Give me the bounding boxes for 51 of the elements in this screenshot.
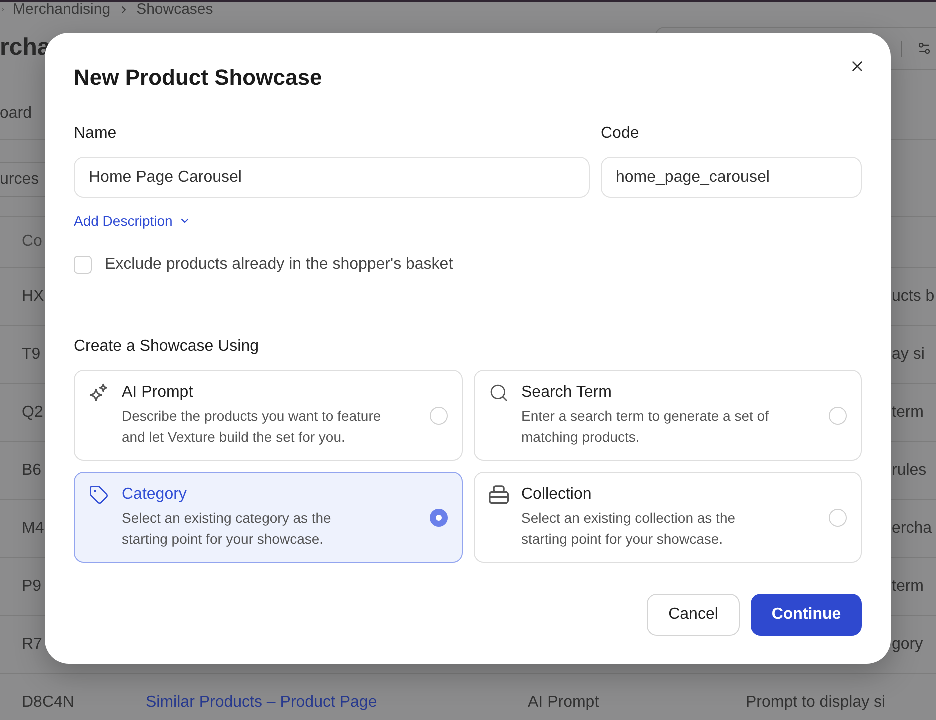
field-label: Code — [601, 124, 640, 144]
tab[interactable]: oard — [0, 104, 32, 139]
table-cell-text: Q2 — [21, 402, 44, 422]
table-cell: Prompt to display si — [746, 692, 886, 712]
table-cell-text: T9 — [21, 344, 41, 364]
sparkles-icon — [89, 383, 109, 403]
option-description: Select an existing collection as the starting point for your showcase. — [522, 509, 736, 549]
table-cell: term — [892, 576, 924, 596]
table-cell-text: P9 — [21, 576, 42, 596]
table-cell-text: B6 — [21, 460, 42, 480]
option-title: Category — [122, 485, 187, 505]
table-cell-text: D8C4N — [21, 692, 74, 712]
option-card[interactable]: Collection Select an existing collection as the starting point for your showcase. — [474, 472, 862, 563]
tray-icon — [488, 485, 508, 505]
table-cell: ay si — [892, 344, 925, 364]
field-label: Name — [74, 124, 117, 144]
radio-button[interactable] — [829, 406, 847, 424]
search-icon — [488, 383, 508, 403]
table-cell: rules — [892, 460, 927, 480]
option-description: Enter a search term to generate a set of matching products. — [522, 407, 769, 447]
option-title: AI Prompt — [122, 383, 194, 403]
table-cell: AI Prompt — [528, 692, 600, 712]
checkbox[interactable] — [74, 256, 92, 274]
table-cell-text: HX — [21, 286, 44, 306]
radio-button[interactable] — [430, 406, 448, 424]
option-card[interactable]: Search Term Enter a search term to generate a set of matching products. — [474, 370, 862, 461]
option-card[interactable]: AI Prompt Describe the products you want to feature and let Vexture build the set for you. — [74, 370, 462, 461]
table-cell: gory — [892, 634, 924, 654]
option-card[interactable]: Category Select an existing category as the starting point for your showcase. — [74, 472, 462, 563]
option-description: Describe the products you want to feature and let Vexture build the set for you. — [122, 407, 382, 447]
table-cell: term — [892, 402, 924, 422]
section-title: Create a Showcase Using — [74, 337, 259, 357]
radio-button[interactable] — [829, 508, 847, 526]
tag-icon — [89, 485, 109, 505]
checkbox-label: Exclude products already in the shopper's basket — [105, 255, 454, 275]
table-cell: ercha — [892, 518, 932, 538]
column-header: Co — [22, 232, 42, 252]
continue-button[interactable]: Continue — [751, 594, 862, 636]
sliders-icon[interactable] — [917, 41, 932, 56]
text-input[interactable]: Home Page Carousel — [74, 157, 590, 198]
table-cell-text: R7 — [21, 634, 42, 654]
option-title: Collection — [522, 485, 592, 505]
option-title: Search Term — [522, 383, 612, 403]
table-cell: ucts b — [892, 286, 935, 306]
radio-button[interactable] — [430, 508, 448, 526]
text-input[interactable]: home_page_carousel — [601, 157, 862, 198]
table-cell-text: M4 — [21, 518, 44, 538]
option-description: Select an existing category as the starting point for your showcase. — [122, 509, 332, 549]
cancel-button[interactable]: Cancel — [647, 594, 740, 636]
add-description-link[interactable]: Add Description — [74, 212, 191, 230]
dialog-title: New Product Showcase — [74, 64, 322, 92]
